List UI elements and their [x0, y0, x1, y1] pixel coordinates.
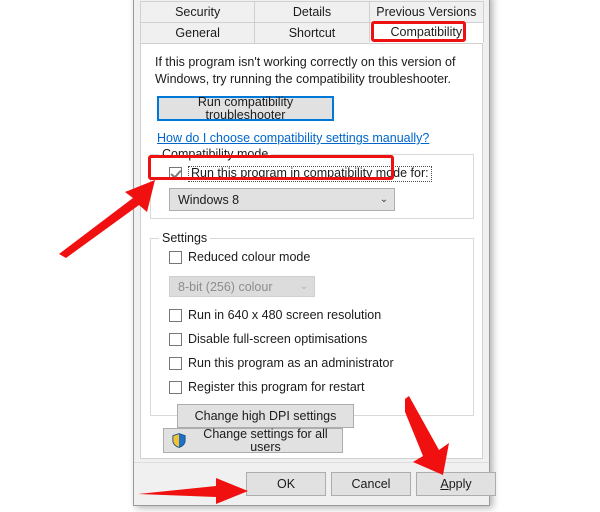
- tab-details[interactable]: Details: [254, 1, 370, 22]
- chevron-down-icon: ⌄: [379, 194, 389, 205]
- ok-button[interactable]: OK: [246, 472, 326, 496]
- compatibility-mode-checkbox-label: Run this program in compatibility mode f…: [188, 166, 432, 182]
- intro-text: If this program isn't working correctly …: [155, 55, 456, 86]
- run-as-administrator-label: Run this program as an administrator: [188, 356, 394, 371]
- tab-previous-versions[interactable]: Previous Versions: [368, 1, 484, 22]
- compatibility-os-select[interactable]: Windows 8 ⌄: [169, 188, 395, 211]
- compatibility-tab-page: If this program isn't working correctly …: [140, 43, 483, 459]
- settings-group: Settings Reduced colour mode 8-bit (256)…: [150, 231, 474, 428]
- colour-depth-select[interactable]: 8-bit (256) colour ⌄: [169, 276, 315, 297]
- disable-fullscreen-optimisations-checkbox-row[interactable]: Disable full-screen optimisations: [169, 333, 367, 346]
- apply-button[interactable]: Apply: [416, 472, 496, 496]
- change-settings-for-all-users-button[interactable]: Change settings for all users: [163, 428, 343, 453]
- compatibility-mode-group: Compatibility mode Run this program in c…: [150, 147, 474, 219]
- tab-strip: Security Details Previous Versions Gener…: [134, 1, 489, 43]
- reduced-colour-mode-checkbox-row[interactable]: Reduced colour mode: [169, 251, 310, 264]
- chevron-down-icon: ⌄: [299, 281, 309, 292]
- run-640x480-label: Run in 640 x 480 screen resolution: [188, 308, 382, 323]
- reduced-colour-mode-checkbox[interactable]: [169, 251, 182, 264]
- compatibility-mode-checkbox[interactable]: [169, 167, 182, 181]
- cancel-button[interactable]: Cancel: [331, 472, 411, 496]
- register-for-restart-checkbox-row[interactable]: Register this program for restart: [169, 381, 364, 394]
- compatibility-os-value: Windows 8: [178, 192, 240, 207]
- run-640x480-checkbox-row[interactable]: Run in 640 x 480 screen resolution: [169, 309, 381, 322]
- tab-row-top: Security Details Previous Versions: [140, 1, 484, 22]
- reduced-colour-mode-label: Reduced colour mode: [188, 250, 311, 265]
- run-640x480-checkbox[interactable]: [169, 309, 182, 322]
- compatibility-mode-group-title: Compatibility mode: [159, 147, 272, 161]
- change-high-dpi-settings-button[interactable]: Change high DPI settings: [177, 404, 354, 428]
- register-for-restart-checkbox[interactable]: [169, 381, 182, 394]
- compatibility-mode-checkbox-row[interactable]: Run this program in compatibility mode f…: [169, 166, 432, 182]
- uac-shield-icon: [172, 433, 186, 448]
- tab-security[interactable]: Security: [140, 1, 256, 22]
- settings-group-title: Settings: [159, 231, 211, 245]
- tab-compatibility[interactable]: Compatibility: [368, 22, 484, 43]
- properties-dialog: Security Details Previous Versions Gener…: [133, 0, 496, 506]
- compatibility-settings-help-link[interactable]: How do I choose compatibility settings m…: [157, 131, 429, 145]
- run-as-administrator-checkbox[interactable]: [169, 357, 182, 370]
- disable-fullscreen-optimisations-checkbox[interactable]: [169, 333, 182, 346]
- disable-fullscreen-optimisations-label: Disable full-screen optimisations: [188, 332, 368, 347]
- run-as-administrator-checkbox-row[interactable]: Run this program as an administrator: [169, 357, 394, 370]
- run-compatibility-troubleshooter-button[interactable]: Run compatibility troubleshooter: [157, 96, 334, 121]
- colour-depth-value: 8-bit (256) colour: [178, 279, 273, 294]
- change-settings-for-all-users-label: Change settings for all users: [203, 427, 328, 454]
- apply-accelerator-letter: A: [440, 476, 449, 491]
- dialog-button-bar: OK Cancel Apply: [134, 462, 496, 505]
- tab-shortcut[interactable]: Shortcut: [254, 22, 370, 43]
- apply-label-rest: pply: [448, 476, 472, 491]
- screenshot-root: Security Details Previous Versions Gener…: [0, 0, 600, 512]
- register-for-restart-label: Register this program for restart: [188, 380, 365, 395]
- tab-general[interactable]: General: [140, 22, 256, 43]
- tab-row-bottom: General Shortcut Compatibility: [140, 22, 484, 43]
